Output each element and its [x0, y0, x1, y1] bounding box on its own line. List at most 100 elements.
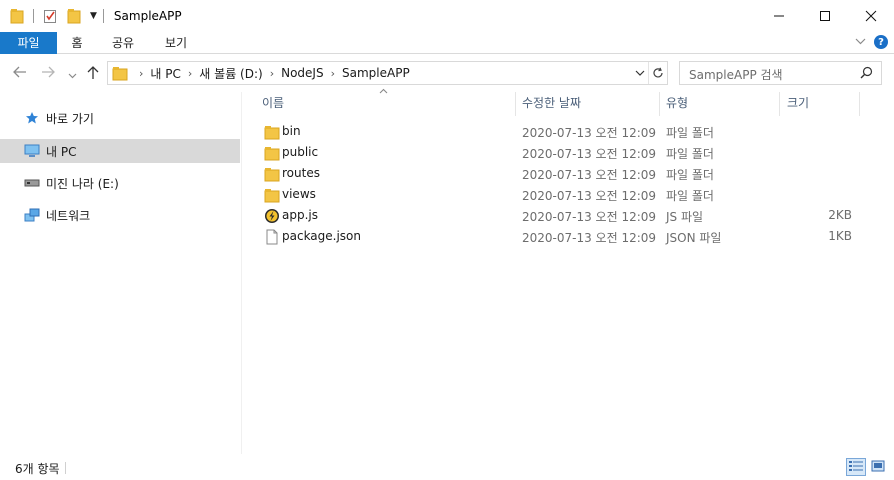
customize-toolbar-dropdown[interactable]: ▼	[90, 11, 97, 21]
folder-icon	[264, 124, 280, 140]
folder-icon	[264, 187, 280, 203]
forward-arrow-icon[interactable]	[41, 66, 55, 82]
folder-icon	[112, 65, 128, 81]
file-name: routes	[282, 166, 320, 180]
nav-item-label: 내 PC	[46, 144, 77, 159]
maximize-button[interactable]	[802, 0, 848, 32]
folder-icon	[264, 145, 280, 161]
tab-share[interactable]: 공유	[101, 32, 145, 54]
quick-access-toolbar: ▼ SampleAPP	[0, 8, 182, 24]
details-view-icon	[848, 460, 864, 475]
file-name: public	[282, 145, 319, 159]
up-arrow-icon[interactable]	[87, 66, 99, 84]
file-row[interactable]: app.js 2020-07-13 오전 12:09 JS 파일 2KB	[257, 205, 861, 226]
nav-item-label: 네트워크	[46, 208, 91, 223]
status-separator	[65, 462, 66, 474]
address-dropdown-icon[interactable]	[633, 62, 647, 84]
breadcrumb-this-pc[interactable]: 내 PC	[150, 65, 180, 82]
network-icon	[24, 207, 40, 223]
tab-home[interactable]: 홈	[58, 32, 96, 54]
file-row[interactable]: package.json 2020-07-13 오전 12:09 JSON 파일…	[257, 226, 861, 247]
recent-locations-dropdown-icon[interactable]	[68, 68, 77, 83]
help-button[interactable]: ?	[874, 35, 888, 49]
close-button[interactable]	[848, 0, 894, 32]
file-type: 파일 폴더	[666, 189, 714, 203]
file-date: 2020-07-13 오전 12:09	[522, 126, 657, 140]
file-row[interactable]: public 2020-07-13 오전 12:09 파일 폴더	[257, 142, 861, 163]
file-type: 파일 폴더	[666, 168, 714, 182]
file-date: 2020-07-13 오전 12:09	[522, 189, 657, 203]
search-box[interactable]: SampleAPP 검색	[679, 61, 882, 85]
file-name: bin	[282, 124, 301, 138]
refresh-icon[interactable]	[648, 62, 667, 84]
minimize-button[interactable]	[756, 0, 802, 32]
chevron-right-icon[interactable]: ›	[139, 67, 143, 80]
nav-item-network[interactable]: 네트워크	[0, 203, 240, 227]
chevron-right-icon[interactable]: ›	[188, 67, 192, 80]
nav-item-label: 바로 가기	[46, 111, 94, 126]
js-file-icon	[264, 208, 280, 224]
pane-divider[interactable]	[241, 92, 242, 454]
file-size: 2KB	[828, 208, 852, 222]
file-date: 2020-07-13 오전 12:09	[522, 231, 657, 245]
search-icon[interactable]	[860, 66, 873, 82]
file-name: package.json	[282, 229, 362, 243]
drive-icon	[24, 175, 40, 191]
column-header-type[interactable]: 유형	[666, 92, 776, 114]
file-type: 파일 폴더	[666, 126, 714, 140]
toolbar-separator	[33, 9, 34, 23]
file-type: 파일 폴더	[666, 147, 714, 161]
column-divider[interactable]	[779, 92, 780, 116]
address-bar[interactable]: › 내 PC › 새 볼륨 (D:) › NodeJS › SampleAPP	[107, 61, 668, 85]
ribbon-right-controls: ?	[855, 35, 888, 49]
nav-item-drive-e[interactable]: 미진 나라 (E:)	[0, 171, 240, 195]
column-header-name[interactable]: 이름	[262, 92, 512, 114]
nav-item-this-pc[interactable]: 내 PC	[0, 139, 240, 163]
file-row[interactable]: routes 2020-07-13 오전 12:09 파일 폴더	[257, 163, 861, 184]
star-icon	[24, 110, 40, 126]
navigation-pane: 바로 가기 내 PC 미진 나라 (E:) 네트워크	[0, 92, 241, 454]
title-bar: ▼ SampleAPP	[0, 0, 894, 32]
file-name: views	[282, 187, 316, 201]
chevron-right-icon[interactable]: ›	[270, 67, 274, 80]
file-row[interactable]: bin 2020-07-13 오전 12:09 파일 폴더	[257, 121, 861, 142]
large-icons-view-icon	[871, 460, 885, 475]
nav-item-label: 미진 나라 (E:)	[46, 176, 119, 191]
details-view-button[interactable]	[846, 458, 866, 476]
breadcrumb-nodejs[interactable]: NodeJS	[281, 66, 323, 80]
window-controls	[756, 0, 894, 32]
computer-icon	[24, 143, 40, 159]
file-date: 2020-07-13 오전 12:09	[522, 210, 657, 224]
breadcrumb-sampleapp[interactable]: SampleAPP	[342, 66, 410, 80]
file-icon	[264, 229, 280, 245]
folder-icon	[9, 8, 25, 24]
file-date: 2020-07-13 오전 12:09	[522, 147, 657, 161]
large-icons-view-button[interactable]	[868, 458, 888, 476]
file-row[interactable]: views 2020-07-13 오전 12:09 파일 폴더	[257, 184, 861, 205]
new-folder-icon[interactable]	[66, 8, 82, 24]
file-date: 2020-07-13 오전 12:09	[522, 168, 657, 182]
ribbon: 파일 홈 공유 보기 ?	[0, 32, 894, 54]
tab-file[interactable]: 파일	[0, 32, 57, 54]
column-divider[interactable]	[659, 92, 660, 116]
nav-item-quick-access[interactable]: 바로 가기	[0, 106, 240, 130]
folder-icon	[264, 166, 280, 182]
column-divider[interactable]	[859, 92, 860, 116]
file-name: app.js	[282, 208, 318, 222]
properties-icon[interactable]	[42, 8, 58, 24]
search-input[interactable]: SampleAPP 검색	[689, 66, 783, 83]
column-header-size[interactable]: 크기	[787, 92, 857, 114]
back-arrow-icon[interactable]	[13, 66, 27, 82]
column-divider[interactable]	[515, 92, 516, 116]
chevron-right-icon[interactable]: ›	[331, 67, 335, 80]
toolbar-separator	[102, 9, 104, 23]
tab-view[interactable]: 보기	[152, 32, 200, 54]
status-item-count: 6개 항목	[15, 462, 60, 476]
breadcrumb-drive-d[interactable]: 새 볼륨 (D:)	[199, 65, 262, 82]
expand-ribbon-icon[interactable]	[855, 37, 866, 48]
file-size: 1KB	[828, 229, 852, 243]
column-header-date[interactable]: 수정한 날짜	[522, 92, 656, 114]
file-type: JS 파일	[666, 210, 704, 224]
view-toggle	[846, 458, 888, 476]
file-type: JSON 파일	[666, 231, 722, 245]
